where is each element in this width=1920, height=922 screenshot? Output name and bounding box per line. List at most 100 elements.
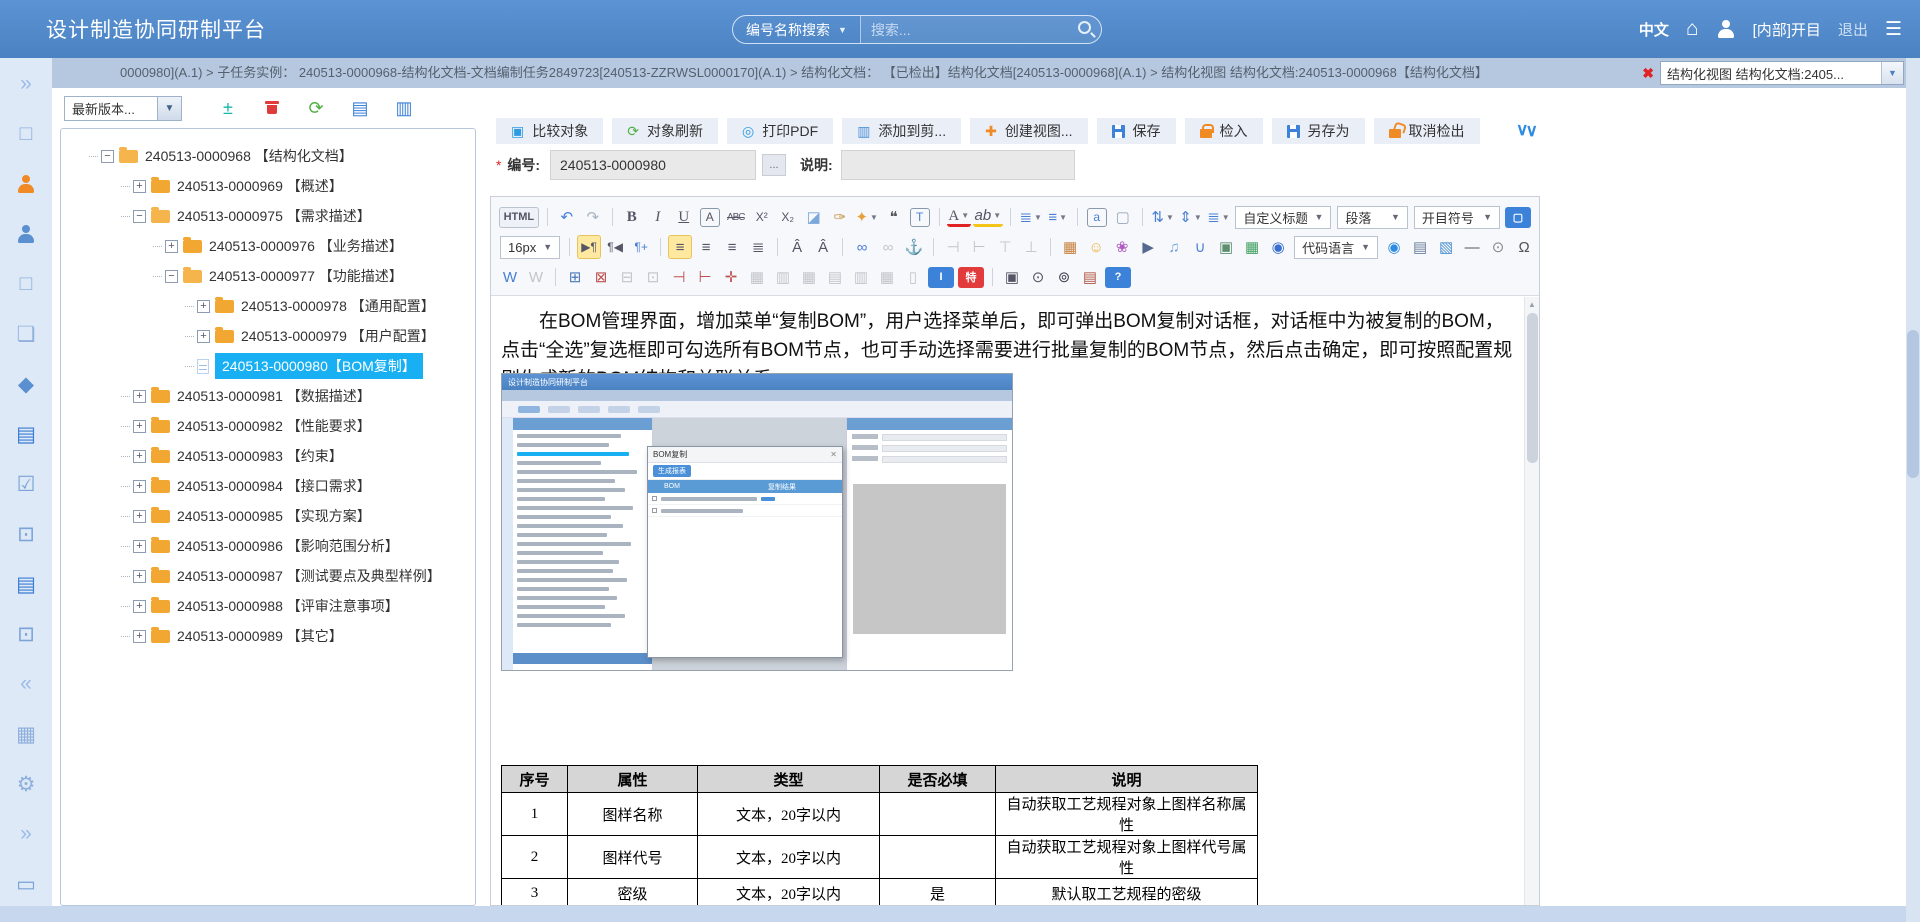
collapse-node-icon[interactable]: − <box>101 150 114 163</box>
rtl-paragraph-icon[interactable]: ¶◀ <box>603 235 627 259</box>
kaimu-symbol-select[interactable]: 开目符号▼ <box>1414 206 1500 229</box>
tree-item[interactable]: +240513-0000989 【其它】 <box>61 621 475 651</box>
italic-icon[interactable]: I <box>646 205 670 229</box>
editor-content[interactable]: 在BOM管理界面，增加菜单“复制BOM”，用户选择菜单后，即可弹出BOM复制对话… <box>491 297 1524 905</box>
code-language-select[interactable]: 代码语言▼ <box>1294 236 1378 259</box>
insert-chart-icon[interactable]: ▧ <box>1434 235 1458 259</box>
cube-outline-icon[interactable]: □ <box>13 122 39 146</box>
expand-node-icon[interactable]: + <box>197 300 210 313</box>
user-avatar-icon[interactable] <box>1716 19 1736 39</box>
eraser-icon[interactable]: ◪ <box>802 205 826 229</box>
expand-node-icon[interactable]: + <box>165 240 178 253</box>
expand-node-icon[interactable]: + <box>133 540 146 553</box>
merge-right-icon[interactable]: ▥ <box>771 265 795 289</box>
print-preview-icon[interactable]: ⊙ <box>1026 265 1050 289</box>
special-format-button[interactable]: 特 <box>958 267 984 288</box>
paragraph-style-select[interactable]: 段落▼ <box>1337 206 1408 229</box>
letter-spacing-up-icon[interactable]: Â <box>785 235 809 259</box>
task-card-icon[interactable]: ☑ <box>13 472 39 496</box>
align-justify-icon[interactable]: ≣ <box>746 235 770 259</box>
menu-icon[interactable]: ☰ <box>1885 18 1902 41</box>
insert-link-icon[interactable]: ∞ <box>850 235 874 259</box>
ordered-list-icon[interactable]: ≣▼ <box>1018 205 1044 229</box>
font-size-select[interactable]: 16px▼ <box>500 236 560 259</box>
expand-node-icon[interactable]: + <box>133 390 146 403</box>
text-border-icon[interactable]: A <box>700 208 720 227</box>
text-tool-button[interactable]: I <box>928 267 954 288</box>
tree-item[interactable]: +240513-0000978 【通用配置】 <box>61 291 475 321</box>
expand-node-icon[interactable]: + <box>197 330 210 343</box>
paste-plain-text-icon[interactable]: T <box>910 208 930 227</box>
insert-row-icon[interactable]: ⊣ <box>667 265 691 289</box>
split-cell-icon[interactable]: ✛ <box>719 265 743 289</box>
word-doc-icon[interactable]: W <box>524 265 548 289</box>
table-row-icon[interactable]: ▥ <box>849 265 873 289</box>
fullscreen-icon[interactable]: ▢ <box>1505 207 1531 228</box>
monitor-view2-icon[interactable]: ⊡ <box>13 622 39 646</box>
expand-node-icon[interactable]: + <box>133 420 146 433</box>
superscript-icon[interactable]: X² <box>750 205 774 229</box>
tree-item[interactable]: +240513-0000981 【数据描述】 <box>61 381 475 411</box>
blockquote-icon[interactable]: ❝ <box>882 205 906 229</box>
保存-button[interactable]: 保存 <box>1097 118 1176 144</box>
tree-item[interactable]: +240513-0000979 【用户配置】 <box>61 321 475 351</box>
monitor-view-icon[interactable]: ⊡ <box>13 522 39 546</box>
letter-spacing-down-icon[interactable]: Â <box>811 235 835 259</box>
page-scrollbar[interactable] <box>1906 58 1920 922</box>
expand-node-icon[interactable]: + <box>133 630 146 643</box>
indent-top-icon[interactable]: ⊤ <box>993 235 1017 259</box>
collapse-toolbar-icon[interactable]: ∨ <box>1516 120 1528 140</box>
format-brush-icon[interactable]: ✑ <box>828 205 852 229</box>
redo-icon[interactable]: ↷ <box>581 205 605 229</box>
sort-paragraph-icon[interactable]: ≣▼ <box>1205 205 1231 229</box>
html-source-button[interactable]: HTML <box>499 207 539 228</box>
anchor-link-icon[interactable]: a <box>1087 208 1107 227</box>
gear-badge-icon[interactable]: ⚙ <box>13 772 39 796</box>
view-selector-dropdown[interactable]: 结构化视图 结构化文档:2405... ▼ <box>1660 61 1904 85</box>
insert-image-icon[interactable]: ▦ <box>1058 235 1082 259</box>
font-color-icon[interactable]: A▼ <box>947 208 971 227</box>
chevron-down-icon[interactable]: ▼ <box>1881 62 1903 84</box>
chevron-down-icon[interactable]: ▼ <box>157 97 181 120</box>
merge-cells-icon[interactable]: ▦ <box>745 265 769 289</box>
expand-node-icon[interactable]: + <box>133 570 146 583</box>
user-edit-icon[interactable] <box>13 222 39 246</box>
tree-item[interactable]: +240513-0000976 【业务描述】 <box>61 231 475 261</box>
对象刷新-button[interactable]: ⟳对象刷新 <box>612 118 718 144</box>
tree-item[interactable]: +240513-0000985 【实现方案】 <box>61 501 475 531</box>
magic-clean-icon[interactable]: ✦▼ <box>854 205 880 229</box>
page-break-icon[interactable]: ▯ <box>901 265 925 289</box>
line-height-icon[interactable]: ⇅▼ <box>1150 205 1176 229</box>
collapse-node-icon[interactable]: − <box>133 210 146 223</box>
document-list2-icon[interactable]: ▤ <box>13 572 39 596</box>
cube-outline2-icon[interactable]: □ <box>13 272 39 296</box>
expand-right2-icon[interactable]: » <box>13 822 39 846</box>
compass-icon[interactable]: ◉ <box>1266 235 1290 259</box>
underline-icon[interactable]: U <box>672 205 696 229</box>
close-icon[interactable]: ✖ <box>1642 65 1654 82</box>
word-paste-icon[interactable]: W <box>498 265 522 289</box>
print-icon[interactable]: ▣ <box>1000 265 1024 289</box>
anchor-icon[interactable]: ⚓ <box>902 235 926 259</box>
insert-video-icon[interactable]: ▶ <box>1136 235 1160 259</box>
document-icon[interactable]: ▤ <box>350 98 370 119</box>
tree-item[interactable]: +240513-0000987 【测试要点及典型样例】 <box>61 561 475 591</box>
print-area-icon[interactable]: ▤ <box>1408 235 1432 259</box>
table-properties-icon[interactable]: ⊟ <box>615 265 639 289</box>
insert-time-icon[interactable]: ⊙ <box>1486 235 1510 259</box>
table-column-icon[interactable]: ▦ <box>875 265 899 289</box>
search-icon[interactable] <box>1078 21 1091 34</box>
expand-node-icon[interactable]: + <box>133 510 146 523</box>
version-dropdown[interactable]: 最新版本... ▼ <box>64 96 182 121</box>
expand-node-icon[interactable]: + <box>133 180 146 193</box>
align-left-icon[interactable]: ≡ <box>668 235 692 259</box>
tree-item[interactable]: +240513-0000984 【接口需求】 <box>61 471 475 501</box>
help-button[interactable]: ? <box>1105 267 1131 288</box>
取消检出-button[interactable]: 取消检出 <box>1374 118 1480 144</box>
remove-link-icon[interactable]: ∞ <box>876 235 900 259</box>
add-node-icon[interactable]: ± <box>218 98 238 119</box>
search-doc-icon[interactable]: ▥ <box>394 98 414 119</box>
添加到剪...-button[interactable]: ▥添加到剪... <box>842 118 961 144</box>
page-scrollbar-thumb[interactable] <box>1907 330 1919 478</box>
strikethrough-icon[interactable]: ABC <box>724 205 748 229</box>
